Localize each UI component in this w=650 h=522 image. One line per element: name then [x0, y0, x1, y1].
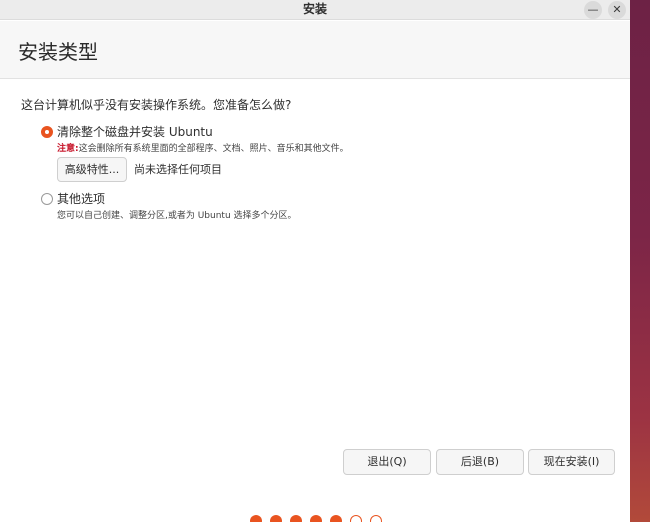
- progress-dot: [250, 515, 262, 522]
- install-question: 这台计算机似乎没有安装操作系统。您准备怎么做?: [21, 98, 292, 112]
- something-else-radio[interactable]: [41, 193, 53, 205]
- minimize-icon[interactable]: —: [584, 1, 602, 19]
- quit-button[interactable]: 退出(Q): [343, 449, 431, 475]
- warning-text: 这会删除所有系统里面的全部程序、文档、照片、音乐和其他文件。: [78, 144, 349, 154]
- install-now-button[interactable]: 现在安装(I): [528, 449, 615, 475]
- something-else-label[interactable]: 其他选项: [57, 191, 105, 207]
- advanced-features-status: 尚未选择任何项目: [134, 163, 222, 176]
- erase-disk-radio[interactable]: [41, 126, 53, 138]
- progress-dot: [370, 515, 382, 522]
- title-bar[interactable]: 安装 — ✕: [0, 0, 630, 20]
- progress-dot: [350, 515, 362, 522]
- page-header: 安装类型: [0, 21, 630, 79]
- erase-disk-warning: 注意:这会删除所有系统里面的全部程序、文档、照片、音乐和其他文件。: [57, 143, 349, 156]
- back-button[interactable]: 后退(B): [436, 449, 524, 475]
- something-else-description: 您可以自己创建、调整分区,或者为 Ubuntu 选择多个分区。: [57, 211, 297, 221]
- window-title: 安装: [302, 2, 327, 16]
- progress-dot: [290, 515, 302, 522]
- advanced-features-button[interactable]: 高级特性...: [57, 157, 127, 182]
- installer-window: 安装 — ✕ 安装类型 这台计算机似乎没有安装操作系统。您准备怎么做? 清除整个…: [0, 0, 630, 522]
- close-icon[interactable]: ✕: [608, 1, 626, 19]
- page-title: 安装类型: [18, 40, 98, 64]
- erase-disk-label[interactable]: 清除整个磁盘并安装 Ubuntu: [57, 124, 213, 140]
- progress-dot: [310, 515, 322, 522]
- progress-dot: [330, 515, 342, 522]
- progress-dot: [270, 515, 282, 522]
- warning-prefix: 注意:: [57, 144, 79, 154]
